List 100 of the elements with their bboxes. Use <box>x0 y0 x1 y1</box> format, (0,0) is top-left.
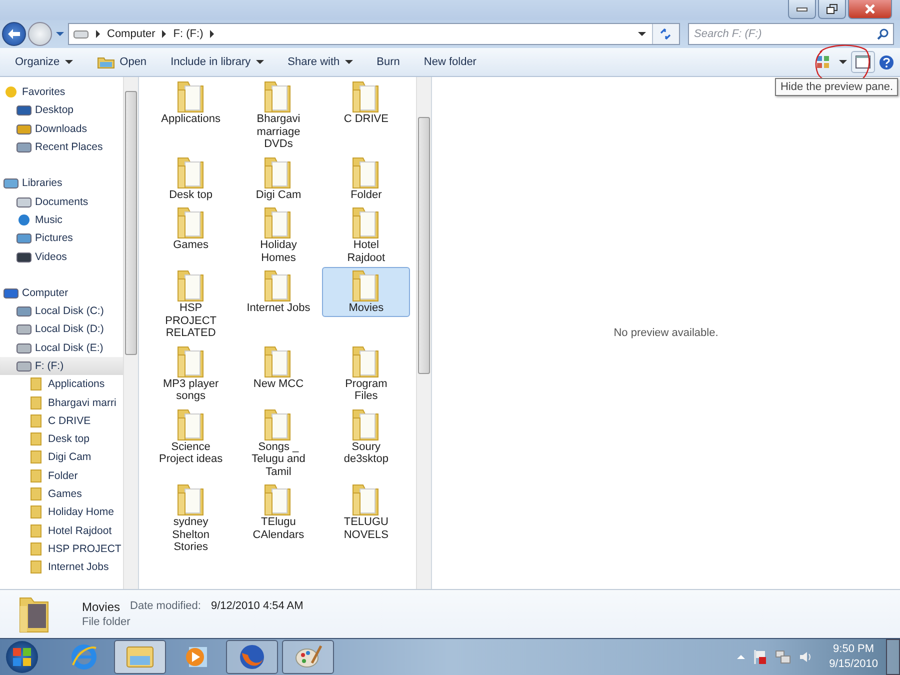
folder-item[interactable]: Digi Cam <box>234 154 322 203</box>
nav-item[interactable]: Downloads <box>0 120 123 138</box>
caret-icon[interactable] <box>839 59 847 65</box>
nav-item[interactable]: Desktop <box>0 101 123 120</box>
folder-item[interactable]: MP3 player songs <box>147 342 235 404</box>
scrollbar[interactable] <box>416 77 431 589</box>
taskbar-app[interactable] <box>282 640 334 674</box>
nav-item[interactable]: Hotel Rajdoot <box>0 522 123 540</box>
nav-item[interactable]: Pictures <box>0 229 123 248</box>
nav-item[interactable]: Music <box>0 210 123 230</box>
folder-icon <box>351 344 382 378</box>
folder-item[interactable]: sydney Shelton Stories <box>147 481 235 556</box>
toolbar-button[interactable]: Include in library <box>164 53 271 71</box>
nav-item[interactable]: Documents <box>0 192 123 211</box>
chevron-icon[interactable] <box>95 30 101 38</box>
taskbar-app[interactable] <box>114 640 166 674</box>
folder-item[interactable]: Folder <box>322 154 410 203</box>
breadcrumb[interactable]: Computer <box>107 28 156 40</box>
folder-item[interactable]: Internet Jobs <box>234 267 322 316</box>
folder-item[interactable]: HSP PROJECT RELATED <box>147 267 235 342</box>
nav-item-icon <box>16 231 32 246</box>
close-icon <box>864 4 876 14</box>
folder-icon <box>351 269 382 302</box>
folder-icon <box>351 206 382 239</box>
dropdown-caret-icon[interactable] <box>638 31 646 37</box>
breadcrumb[interactable]: F: (F:) <box>173 28 204 40</box>
folder-item[interactable]: Applications <box>147 78 235 128</box>
chevron-icon[interactable] <box>209 30 216 38</box>
folder-item[interactable]: Desk top <box>147 154 235 203</box>
toolbar-button[interactable]: Organize <box>8 53 80 71</box>
nav-item[interactable]: C DRIVE <box>0 412 123 430</box>
nav-item[interactable]: Libraries <box>0 174 123 192</box>
search-field[interactable]: Search F: (F:) <box>688 23 894 45</box>
toolbar-button[interactable]: New folder <box>416 53 484 71</box>
nav-item[interactable]: Applications <box>0 375 123 394</box>
folder-item[interactable]: TELUGU NOVELS <box>322 481 410 543</box>
refresh-button[interactable] <box>652 24 679 44</box>
folder-item[interactable]: TElugu CAlendars <box>234 481 322 543</box>
nav-item[interactable]: Computer <box>0 284 123 302</box>
nav-item[interactable]: Local Disk (E:) <box>0 338 123 357</box>
nav-item[interactable]: Local Disk (C:) <box>0 302 123 320</box>
nav-item[interactable]: Digi Cam <box>0 448 123 467</box>
nav-item[interactable]: Favorites <box>0 83 123 102</box>
nav-item-icon <box>16 103 32 118</box>
restore-button[interactable] <box>818 0 846 19</box>
back-button[interactable] <box>2 22 26 46</box>
history-caret-icon[interactable] <box>56 31 64 37</box>
item-name: Movies <box>82 600 120 614</box>
nav-item[interactable]: Videos <box>0 247 123 266</box>
clock[interactable]: 9:50 PM 9/15/2010 <box>829 642 878 672</box>
start-button[interactable] <box>6 641 38 673</box>
close-button[interactable] <box>848 0 892 19</box>
nav-item[interactable]: Folder <box>0 466 123 485</box>
globe-fox-icon <box>238 643 266 671</box>
address-bar[interactable]: Computer F: (F:) <box>68 23 680 45</box>
folder-icon <box>176 483 206 516</box>
nav-item[interactable]: F: (F:) <box>0 356 123 376</box>
drive-icon <box>73 29 89 39</box>
folder-item[interactable]: Songs _ Telugu and Tamil <box>234 406 322 480</box>
toolbar-button[interactable]: Open <box>90 52 154 72</box>
folder-item[interactable]: Games <box>147 204 235 254</box>
folder-item[interactable]: Movies <box>322 267 410 316</box>
toolbar-button[interactable]: Burn <box>370 53 407 71</box>
folder-item[interactable]: C DRIVE <box>322 78 410 128</box>
nav-item-icon <box>16 340 32 355</box>
preview-pane-button[interactable] <box>851 51 875 73</box>
nav-item[interactable]: Bhargavi marri <box>0 393 123 412</box>
nav-item[interactable]: Games <box>0 484 123 504</box>
nav-item[interactable]: Holiday Home <box>0 503 123 522</box>
folder-icon <box>176 80 206 113</box>
chevron-icon[interactable] <box>161 30 168 38</box>
nav-item-icon <box>16 250 32 264</box>
folder-item[interactable]: Soury de3sktop <box>322 406 410 468</box>
refresh-arrows-icon <box>659 28 673 40</box>
folder-item[interactable]: Hotel Rajdoot <box>322 204 410 266</box>
nav-item[interactable]: Recent Places <box>0 138 123 156</box>
date-modified-value: 9/12/2010 4:54 AM <box>210 600 304 614</box>
flag-alert-icon[interactable] <box>753 649 768 665</box>
nav-item[interactable]: HSP PROJECT <box>0 540 123 558</box>
nav-item[interactable]: Desk top <box>0 430 123 448</box>
network-icon[interactable] <box>775 650 792 664</box>
nav-item-icon <box>16 304 32 318</box>
folder-icon <box>263 344 294 378</box>
folder-icon <box>263 156 294 188</box>
minimize-button[interactable] <box>788 0 816 19</box>
folder-item[interactable]: Program Files <box>322 342 410 404</box>
folder-icon <box>176 408 206 440</box>
nav-item-icon <box>16 359 32 373</box>
folder-item[interactable]: New MCC <box>234 342 322 392</box>
help-icon[interactable] <box>879 54 894 70</box>
folder-item[interactable]: Science Project ideas <box>147 406 235 468</box>
nav-item[interactable]: Internet Jobs <box>0 558 123 576</box>
taskbar-app[interactable] <box>226 640 278 674</box>
nav-item[interactable]: Local Disk (D:) <box>0 320 123 339</box>
toolbar-button[interactable]: Share with <box>280 53 360 71</box>
search-icon <box>877 28 889 40</box>
scrollbar[interactable] <box>123 77 138 589</box>
show-desktop-button[interactable] <box>886 639 900 675</box>
folder-item[interactable]: Holiday Homes <box>234 204 322 266</box>
folder-item[interactable]: Bhargavi marriage DVDs <box>234 78 322 152</box>
